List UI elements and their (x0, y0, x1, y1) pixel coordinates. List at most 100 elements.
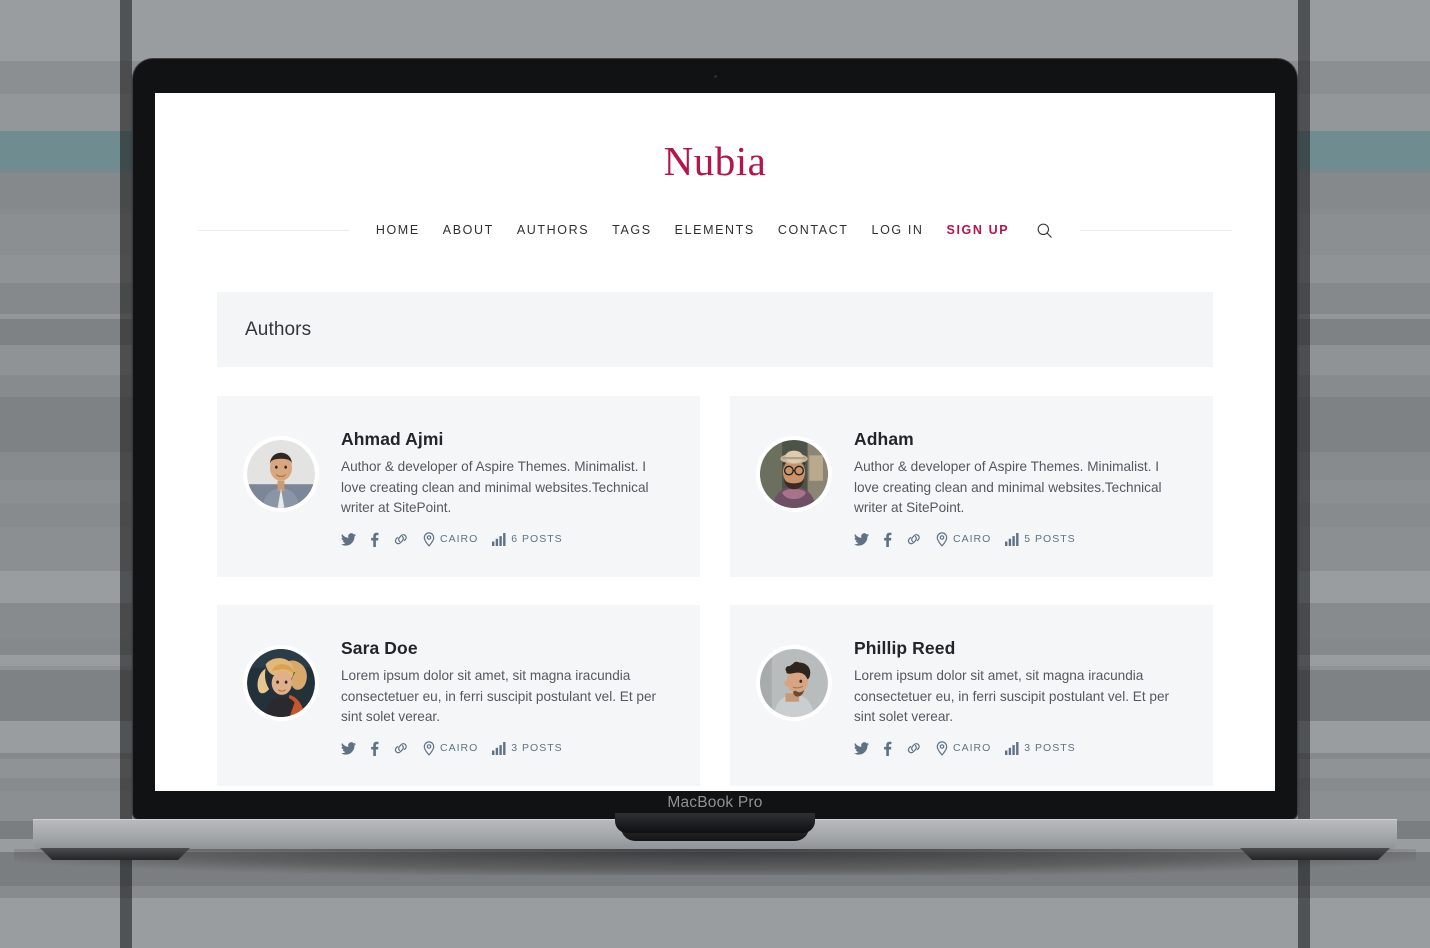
author-bio: Lorem ipsum dolor sit amet, sit magna ir… (341, 667, 657, 725)
authors-grid: Ahmad Ajmi Author & developer of Aspire … (217, 396, 1213, 786)
author-meta: CAIRO (854, 741, 1187, 756)
bar-chart-icon (492, 741, 506, 755)
link-icon (393, 741, 409, 755)
location-text: CAIRO (953, 533, 992, 546)
location-meta: CAIRO (423, 532, 478, 547)
author-bio: Author & developer of Aspire Themes. Min… (854, 459, 1162, 516)
avatar (243, 436, 319, 512)
page-title: Authors (245, 318, 312, 340)
author-name[interactable]: Sara Doe (341, 638, 674, 659)
location-meta: CAIRO (936, 741, 991, 756)
link-icon (906, 741, 922, 755)
macbook-pro-mockup: MacBook Pro Nubia HOME ABOUT AUTHORS TAG… (133, 59, 1297, 833)
nav-links: HOME ABOUT AUTHORS TAGS ELEMENTS CONTACT… (350, 220, 1080, 240)
website-link[interactable] (393, 532, 409, 546)
laptop-foot-right (1240, 848, 1390, 860)
nav-rule-left (197, 229, 350, 231)
twitter-link[interactable] (854, 742, 869, 755)
posts-meta: 3 POSTS (1005, 741, 1076, 755)
nav-item-about[interactable]: ABOUT (443, 223, 494, 237)
author-card[interactable]: Sara Doe Lorem ipsum dolor sit amet, sit… (217, 604, 700, 786)
bar-chart-icon (492, 532, 506, 546)
posts-meta: 3 POSTS (492, 741, 563, 755)
nav-item-authors[interactable]: AUTHORS (517, 223, 589, 237)
nav-item-sign-up[interactable]: SIGN UP (947, 223, 1010, 237)
author-name[interactable]: Adham (854, 429, 1187, 450)
laptop-foot-left (40, 848, 190, 860)
nav-item-home[interactable]: HOME (376, 223, 420, 237)
twitter-link[interactable] (854, 533, 869, 546)
website-link[interactable] (906, 532, 922, 546)
search-icon (1036, 222, 1053, 239)
location-text: CAIRO (953, 742, 992, 755)
author-card[interactable]: Ahmad Ajmi Author & developer of Aspire … (217, 396, 700, 577)
laptop-hinge-notch (615, 813, 815, 833)
link-icon (906, 532, 922, 546)
twitter-icon (341, 533, 356, 546)
posts-meta: 5 POSTS (1005, 532, 1076, 546)
avatar (756, 436, 832, 512)
author-info: Phillip Reed Lorem ipsum dolor sit amet,… (854, 637, 1187, 756)
nav-item-elements[interactable]: ELEMENTS (675, 223, 755, 237)
author-meta: CAIRO (341, 532, 674, 547)
author-meta: CAIRO (854, 532, 1187, 547)
location-pin-icon (423, 532, 435, 547)
author-card[interactable]: Phillip Reed Lorem ipsum dolor sit amet,… (730, 604, 1213, 786)
author-name[interactable]: Phillip Reed (854, 638, 1187, 659)
avatar (756, 644, 832, 721)
bar-chart-icon (1005, 532, 1019, 546)
location-pin-icon (423, 741, 435, 756)
link-icon (393, 532, 409, 546)
posts-count: 6 POSTS (511, 533, 563, 546)
nav-item-log-in[interactable]: LOG IN (872, 223, 924, 237)
facebook-link[interactable] (370, 532, 379, 547)
website-page: Nubia HOME ABOUT AUTHORS TAGS ELEMENTS C… (155, 93, 1275, 786)
twitter-link[interactable] (341, 533, 356, 546)
facebook-link[interactable] (883, 741, 892, 756)
search-button[interactable] (1034, 220, 1054, 240)
webcam-dot (713, 75, 717, 78)
location-pin-icon (936, 741, 948, 756)
author-card[interactable]: Adham Author & developer of Aspire Theme… (730, 396, 1213, 577)
nav-item-contact[interactable]: CONTACT (778, 223, 849, 237)
location-pin-icon (936, 532, 948, 547)
author-info: Sara Doe Lorem ipsum dolor sit amet, sit… (341, 637, 674, 756)
bar-chart-icon (1005, 741, 1019, 755)
twitter-link[interactable] (341, 742, 356, 755)
facebook-icon (370, 532, 379, 547)
author-info: Ahmad Ajmi Author & developer of Aspire … (341, 428, 674, 547)
author-name[interactable]: Ahmad Ajmi (341, 429, 674, 450)
avatar-image-sara-doe (247, 648, 315, 717)
avatar-image-adham (760, 440, 828, 508)
site-logo[interactable]: Nubia (155, 141, 1275, 182)
facebook-icon (370, 741, 379, 756)
main-navigation: HOME ABOUT AUTHORS TAGS ELEMENTS CONTACT… (155, 220, 1275, 240)
posts-count: 3 POSTS (1024, 742, 1076, 755)
author-bio: Author & developer of Aspire Themes. Min… (341, 459, 649, 516)
facebook-icon (883, 741, 892, 756)
nav-item-tags[interactable]: TAGS (612, 223, 652, 237)
location-text: CAIRO (440, 742, 479, 755)
location-meta: CAIRO (423, 741, 478, 756)
location-meta: CAIRO (936, 532, 991, 547)
nav-rule-right (1080, 229, 1233, 231)
location-text: CAIRO (440, 533, 479, 546)
twitter-icon (854, 533, 869, 546)
avatar (243, 644, 319, 721)
facebook-icon (883, 532, 892, 547)
facebook-link[interactable] (370, 741, 379, 756)
device-label: MacBook Pro (667, 794, 763, 811)
posts-count: 5 POSTS (1024, 533, 1076, 546)
twitter-icon (341, 742, 356, 755)
author-info: Adham Author & developer of Aspire Theme… (854, 428, 1187, 547)
posts-meta: 6 POSTS (492, 532, 563, 546)
laptop-shadow (14, 849, 1416, 875)
facebook-link[interactable] (883, 532, 892, 547)
website-link[interactable] (393, 741, 409, 755)
laptop-screen: Nubia HOME ABOUT AUTHORS TAGS ELEMENTS C… (155, 93, 1275, 791)
author-bio: Lorem ipsum dolor sit amet, sit magna ir… (854, 667, 1170, 725)
posts-count: 3 POSTS (511, 742, 563, 755)
author-meta: CAIRO (341, 741, 674, 756)
avatar-image-phillip-reed (760, 648, 828, 717)
website-link[interactable] (906, 741, 922, 755)
